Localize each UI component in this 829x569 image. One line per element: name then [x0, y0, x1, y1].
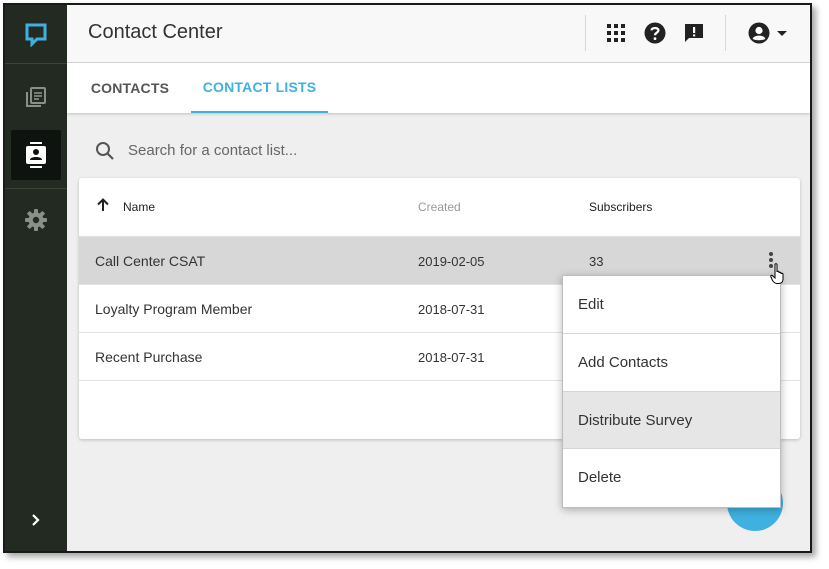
menu-item-add-contacts[interactable]: Add Contacts: [563, 334, 780, 391]
help-icon: [644, 22, 666, 44]
column-header-name: Name: [123, 200, 156, 214]
row-name: Call Center CSAT: [95, 253, 206, 269]
sort-name-header[interactable]: Name: [95, 196, 185, 218]
sidebar-divider: [5, 63, 67, 64]
sidebar-expand[interactable]: [5, 491, 67, 549]
search-input[interactable]: Search for a contact list...: [128, 142, 297, 159]
logo-icon: [25, 23, 47, 47]
row-created: 2019-02-05: [418, 254, 485, 269]
column-header-subscribers[interactable]: Subscribers: [589, 200, 652, 214]
menu-item-distribute-survey[interactable]: Distribute Survey: [563, 392, 780, 448]
sidebar-item-contacts[interactable]: [5, 126, 67, 184]
row-created: 2018-07-31: [418, 350, 485, 365]
page-title: Contact Center: [88, 21, 223, 43]
row-created: 2018-07-31: [418, 302, 485, 317]
menu-item-edit[interactable]: Edit: [563, 276, 780, 333]
top-bar: Contact Center: [67, 5, 810, 63]
sidebar-logo[interactable]: [5, 5, 67, 63]
help-button[interactable]: [641, 19, 669, 47]
caret-down-icon: [777, 31, 787, 36]
contacts-icon: [26, 142, 46, 168]
apps-grid-icon: [607, 24, 625, 42]
hand-cursor-icon: [770, 263, 784, 284]
tab-bar: CONTACTS CONTACT LISTS: [67, 63, 810, 113]
sidebar-item-settings[interactable]: [5, 191, 67, 249]
sidebar-divider: [5, 188, 67, 189]
arrow-up-icon: [97, 198, 109, 211]
library-icon: [26, 87, 46, 107]
row-name: Loyalty Program Member: [95, 301, 253, 317]
feedback-button[interactable]: [680, 19, 708, 47]
account-icon: [748, 22, 770, 44]
sidebar: [5, 5, 67, 551]
apps-button[interactable]: [602, 19, 630, 47]
search-bar[interactable]: Search for a contact list...: [93, 138, 393, 164]
app-window: Contact Center CONTACTS CONTACT LISTS Se…: [3, 3, 812, 553]
tab-contact-lists[interactable]: CONTACT LISTS: [191, 63, 328, 113]
tab-contacts[interactable]: CONTACTS: [75, 63, 185, 113]
menu-item-delete[interactable]: Delete: [563, 449, 780, 506]
header-divider: [585, 15, 586, 51]
chevron-right-icon: [32, 514, 40, 526]
column-header-created[interactable]: Created: [418, 200, 461, 214]
sidebar-item-library[interactable]: [5, 68, 67, 126]
search-icon: [96, 142, 114, 160]
account-menu-button[interactable]: [743, 19, 793, 47]
feedback-icon: [685, 24, 703, 42]
sidebar-item-contacts-highlight: [11, 130, 61, 180]
header-divider: [725, 15, 726, 51]
row-actions-menu: Edit Add Contacts Distribute Survey Dele…: [562, 275, 781, 508]
row-subscribers: 33: [589, 254, 604, 269]
row-name: Recent Purchase: [95, 349, 203, 365]
gear-icon: [25, 209, 47, 231]
